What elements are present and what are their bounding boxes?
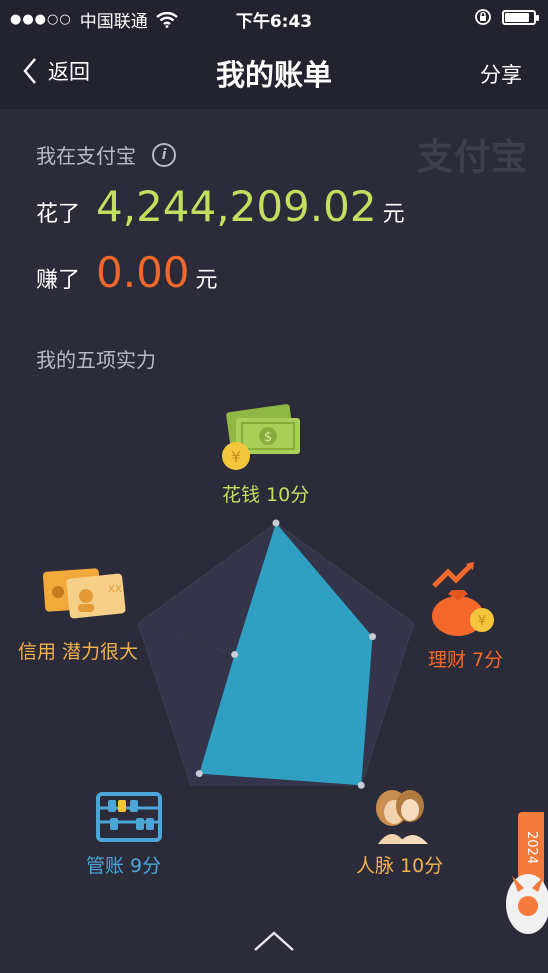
- radar-point: [195, 770, 203, 778]
- ability-contacts-label: 人脉 10分: [356, 855, 444, 877]
- abacus-icon: [96, 792, 162, 842]
- money-bills-icon: $ ¥: [222, 404, 300, 470]
- money-bag-growth-icon: ¥: [432, 562, 494, 636]
- radar-point: [369, 633, 377, 641]
- id-cards-icon: XX: [42, 568, 126, 619]
- radar-point: [272, 519, 280, 527]
- rocket-icon[interactable]: [494, 866, 548, 942]
- svg-text:XX: XX: [108, 584, 122, 595]
- radar-point: [231, 651, 239, 659]
- ability-credit-label: 信用 潜力很大: [18, 641, 139, 663]
- svg-text:¥: ¥: [231, 448, 241, 466]
- chevron-up-icon[interactable]: [253, 930, 295, 952]
- ability-account-label: 管账 9分: [86, 855, 162, 877]
- ability-finance-label: 理财 7分: [428, 649, 504, 671]
- people-icon: [376, 790, 428, 844]
- svg-text:$: $: [264, 430, 272, 445]
- svg-text:¥: ¥: [478, 614, 486, 629]
- radar-point: [357, 781, 365, 789]
- ability-spend-label: 花钱 10分: [222, 484, 310, 506]
